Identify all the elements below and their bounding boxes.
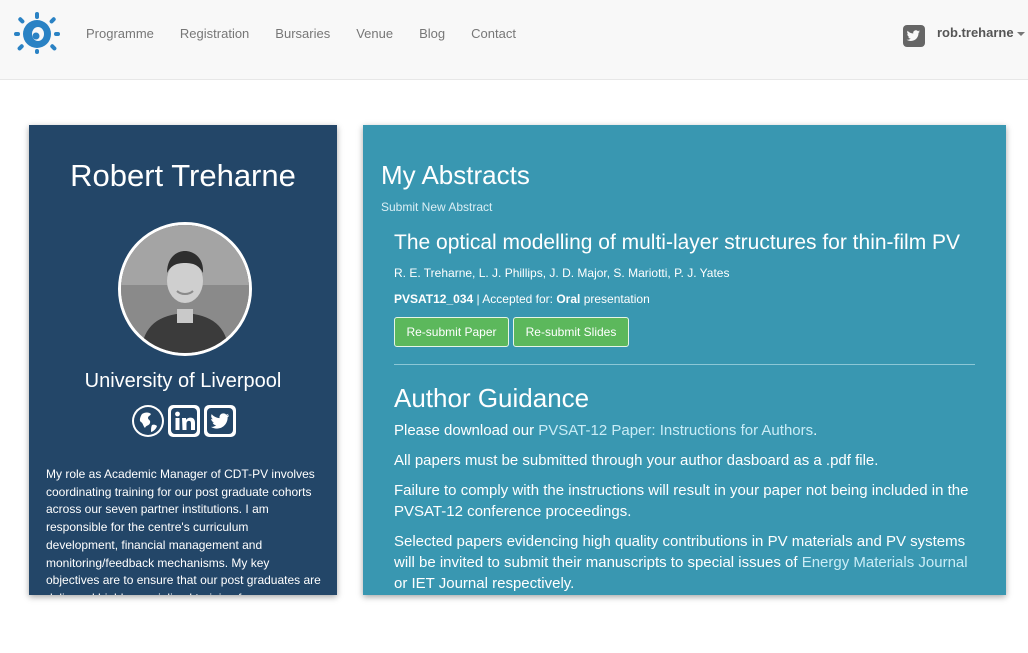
abstract-status: PVSAT12_034 | Accepted for: Oral present… (394, 292, 650, 306)
instructions-link[interactable]: PVSAT-12 Paper: Instructions for Authors (538, 422, 813, 439)
guidance-paragraph: Please download our PVSAT-12 Paper: Inst… (394, 420, 974, 441)
guidance-text: or IET Journal respectively. (394, 575, 575, 592)
abstract-id: PVSAT12_034 (394, 292, 474, 306)
caret-down-icon (1016, 31, 1025, 36)
status-suffix: presentation (580, 292, 650, 306)
profile-bio: My role as Academic Manager of CDT-PV in… (46, 467, 321, 595)
nav-registration[interactable]: Registration (167, 26, 262, 41)
guidance-paragraph: All papers must be submitted through you… (394, 452, 879, 469)
energy-materials-link[interactable]: Energy Materials Journal (802, 554, 968, 571)
twitter-icon[interactable] (903, 25, 925, 47)
user-menu[interactable]: rob.treharne (937, 25, 1025, 40)
institution-name: University of Liverpool (84, 370, 282, 392)
guidance-text: Please download our (394, 422, 539, 439)
guidance-title: Author Guidance (394, 383, 590, 413)
abstract-title: The optical modelling of multi-layer str… (394, 231, 961, 254)
abstracts-panel: My Abstracts Submit New Abstract The opt… (363, 125, 1006, 595)
resubmit-slides-button[interactable]: Re-submit Slides (513, 317, 629, 347)
guidance-paragraph: Failure to comply with the instructions … (394, 482, 969, 520)
nav-blog[interactable]: Blog (406, 26, 458, 41)
logo-icon[interactable] (14, 12, 60, 54)
nav-menu: Programme Registration Bursaries Venue B… (73, 0, 529, 66)
abstract-authors: R. E. Treharne, L. J. Phillips, J. D. Ma… (394, 266, 730, 280)
guidance-paragraph: Selected papers evidencing high quality … (394, 531, 974, 594)
nav-programme[interactable]: Programme (73, 26, 167, 41)
divider (394, 364, 975, 365)
presentation-type: Oral (556, 292, 581, 306)
social-links (132, 405, 236, 437)
status-prefix: | Accepted for: (473, 292, 557, 306)
globe-icon[interactable] (132, 405, 164, 437)
navbar: Programme Registration Bursaries Venue B… (0, 0, 1028, 80)
guidance-text: . (813, 422, 818, 439)
twitter-icon[interactable] (204, 405, 236, 437)
avatar (118, 222, 252, 356)
profile-card: Robert Treharne University of Liverpool (29, 125, 337, 595)
profile-name: Robert Treharne (70, 158, 296, 193)
nav-venue[interactable]: Venue (343, 26, 406, 41)
nav-contact[interactable]: Contact (458, 26, 529, 41)
nav-bursaries[interactable]: Bursaries (262, 26, 343, 41)
page-title: My Abstracts (381, 160, 530, 190)
submit-abstract-link[interactable]: Submit New Abstract (381, 200, 492, 214)
username-label: rob.treharne (937, 25, 1014, 40)
linkedin-icon[interactable] (168, 405, 200, 437)
resubmit-paper-button[interactable]: Re-submit Paper (394, 317, 509, 347)
